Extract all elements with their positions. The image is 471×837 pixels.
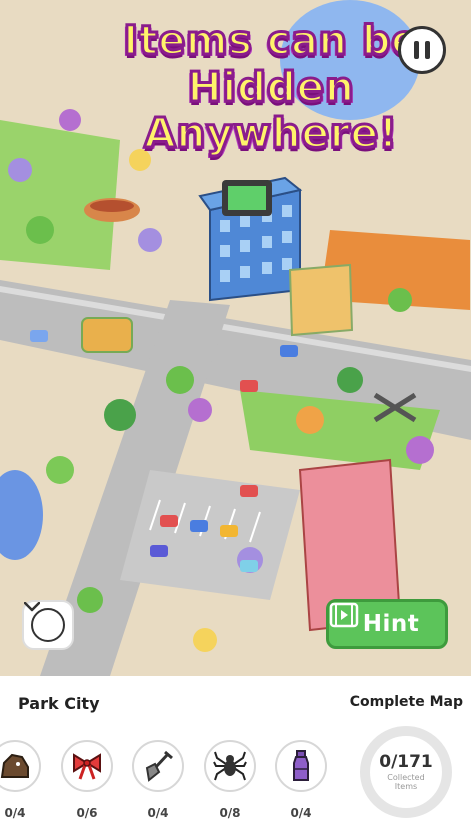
hint-button[interactable]: Hint bbox=[326, 599, 448, 649]
chevron-down-icon bbox=[24, 602, 65, 642]
item-count: 0/8 bbox=[219, 806, 241, 820]
collected-progress-ring: 0/171 Collected Items bbox=[360, 726, 452, 818]
complete-map-link[interactable]: Complete Map bbox=[350, 694, 463, 710]
game-screen: Items can be Hidden Anywhere! Hint Park … bbox=[0, 0, 471, 837]
spider-icon bbox=[204, 740, 256, 792]
rock-icon bbox=[0, 740, 41, 792]
item-count: 0/4 bbox=[147, 806, 169, 820]
item-count: 0/6 bbox=[76, 806, 98, 820]
item-count: 0/4 bbox=[4, 806, 26, 820]
collapse-panel-button[interactable] bbox=[22, 600, 74, 650]
item-slot[interactable]: 0/4 bbox=[131, 740, 185, 820]
collected-label: Collected Items bbox=[387, 773, 425, 791]
city-map-illustration[interactable] bbox=[0, 0, 471, 676]
shovel-icon bbox=[132, 740, 184, 792]
items-panel: Park City Complete Map 0/4 0/6 0/4 0/8 0… bbox=[0, 676, 471, 837]
item-count: 0/4 bbox=[290, 806, 312, 820]
city-map[interactable]: Items can be Hidden Anywhere! Hint bbox=[0, 0, 471, 676]
item-slot[interactable]: 0/4 bbox=[274, 740, 328, 820]
pause-icon bbox=[411, 41, 433, 59]
collected-count: 0/171 bbox=[379, 752, 433, 772]
hint-label: Hint bbox=[362, 611, 420, 637]
bow-icon bbox=[61, 740, 113, 792]
item-slot[interactable]: 0/4 bbox=[0, 740, 42, 820]
item-slot[interactable]: 0/8 bbox=[203, 740, 257, 820]
map-name: Park City bbox=[18, 694, 100, 713]
item-slot[interactable]: 0/6 bbox=[60, 740, 114, 820]
pause-button[interactable] bbox=[398, 26, 446, 74]
bottle-icon bbox=[275, 740, 327, 792]
